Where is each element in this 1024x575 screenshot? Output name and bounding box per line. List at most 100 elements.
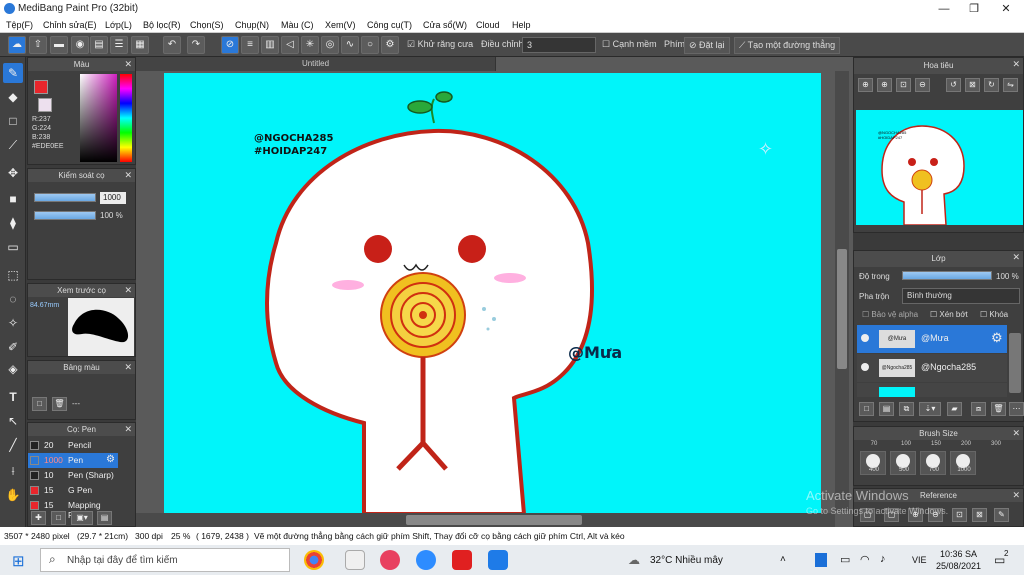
horizontal-scroll-thumb[interactable] [406, 515, 582, 525]
move-tool-icon[interactable]: ✥ [3, 163, 23, 183]
menu-file[interactable]: Tệp(F) [6, 20, 33, 30]
menu-filter[interactable]: Bộ lọc(R) [143, 20, 181, 30]
clock-time[interactable]: 10:36 SA [940, 549, 977, 559]
hand-tool-icon[interactable]: ✋ [3, 485, 23, 505]
hue-slider[interactable] [120, 74, 132, 162]
close-icon[interactable]: ✕ [124, 169, 132, 182]
brush-list-item[interactable]: 1000 Pen ⚙ [28, 453, 118, 468]
brush-menu-icon[interactable]: ▣▾ [71, 511, 93, 525]
windows-start-icon[interactable]: ⊞ [12, 552, 25, 570]
close-icon[interactable]: ✕ [124, 58, 132, 71]
clip-checkbox[interactable]: ☐ Xén bớt [930, 310, 968, 319]
vertical-scrollbar[interactable] [835, 71, 849, 511]
fit-icon[interactable]: ⊡ [896, 78, 911, 92]
merge-layer-icon[interactable]: ⧈ [971, 402, 986, 416]
close-button[interactable]: ✕ [990, 0, 1022, 18]
close-icon[interactable]: ✕ [1012, 58, 1020, 71]
reference-eyedropper-icon[interactable]: ✎ [994, 508, 1009, 522]
cross-snap-icon[interactable]: ▥ [261, 36, 279, 54]
snap-settings-icon[interactable]: ⚙ [381, 36, 399, 54]
reset-button[interactable]: ⊘ Đặt lại [684, 37, 730, 54]
navigator-thumbnail[interactable]: @NGOCHA285 #HOIDAP247 [856, 110, 1023, 225]
maximize-button[interactable]: ❐ [958, 0, 990, 18]
brush-line-icon[interactable]: ⟋ [3, 135, 23, 155]
minimize-button[interactable]: — [928, 0, 960, 18]
dot-tool-icon[interactable]: □ [3, 111, 23, 131]
zoom-in-2-icon[interactable]: ⊕ [877, 78, 892, 92]
close-icon[interactable]: ✕ [124, 361, 132, 374]
circle-snap-icon[interactable]: ◎ [321, 36, 339, 54]
secondary-color-swatch[interactable] [38, 98, 52, 112]
menu-color[interactable]: Màu (C) [281, 20, 314, 30]
comment-icon[interactable]: ▬ [50, 36, 68, 54]
layer-add-menu-icon[interactable]: ⇣▾ [919, 402, 941, 416]
tray-up-icon[interactable]: ˄ [780, 554, 786, 565]
divide-tool-icon[interactable]: ╱ [3, 435, 23, 455]
select-pen-icon[interactable]: ✐ [3, 337, 23, 357]
delete-palette-icon[interactable]: 🗑 [52, 397, 67, 411]
horizontal-scrollbar[interactable] [136, 513, 835, 527]
duplicate-layer-icon[interactable]: ⧉ [899, 402, 914, 416]
brush-list-item[interactable]: 10 Pen (Sharp) [28, 468, 118, 483]
brush-settings-icon[interactable]: ⚙ [106, 454, 115, 465]
folder-icon[interactable]: ▰ [947, 402, 962, 416]
select-eraser-icon[interactable]: ◈ [3, 359, 23, 379]
new-halftone-layer-icon[interactable]: ▤ [879, 402, 894, 416]
brush-save-icon[interactable]: ▤ [97, 511, 112, 525]
brush-size-preset[interactable]: 500 [890, 451, 916, 475]
clock-date[interactable]: 25/08/2021 [936, 561, 981, 571]
chrome-icon[interactable] [304, 550, 324, 570]
layers-scrollbar[interactable] [1009, 333, 1021, 393]
delete-layer-icon[interactable]: 🗑 [991, 402, 1006, 416]
battery-icon[interactable]: ▭ [840, 553, 850, 566]
document-icon[interactable]: ▤ [90, 36, 108, 54]
reference-fit-icon[interactable]: ⊡ [952, 508, 967, 522]
ellipse-snap-icon[interactable]: ○ [361, 36, 379, 54]
layer-opacity-slider[interactable] [902, 271, 992, 280]
layer-row[interactable]: @Ngocha285 @Ngocha285 [857, 354, 1007, 382]
zoom-in-icon[interactable]: ⊕ [858, 78, 873, 92]
gradient-tool-icon[interactable]: ▭ [3, 237, 23, 257]
app-icon-2[interactable] [345, 550, 365, 570]
app-icon-3[interactable] [380, 550, 400, 570]
undo-icon[interactable]: ↶ [163, 36, 181, 54]
language-indicator[interactable]: VIE [912, 555, 927, 565]
reference-flip-icon[interactable]: ⊠ [972, 508, 987, 522]
operation-tool-icon[interactable]: ↖ [3, 411, 23, 431]
zoom-icon[interactable] [416, 550, 436, 570]
new-palette-icon[interactable]: □ [32, 397, 47, 411]
zoom-out-icon[interactable]: ⊖ [915, 78, 930, 92]
upload-icon[interactable]: ⇧ [29, 36, 47, 54]
brush-list-item[interactable]: 15 G Pen [28, 483, 118, 498]
menu-edit[interactable]: Chỉnh sửa(E) [43, 20, 97, 30]
grid-icon[interactable]: ▦ [131, 36, 149, 54]
brush-size-preset[interactable]: 700 [920, 451, 946, 475]
taskbar-search[interactable]: ⌕ Nhập tại đây để tìm kiếm [40, 548, 290, 572]
menu-tools[interactable]: Công cụ(T) [367, 20, 412, 30]
color-picker-square[interactable] [80, 74, 117, 162]
layer-settings-icon[interactable]: ⚙ [991, 330, 1003, 346]
lock-checkbox[interactable]: ☐ Khóa [980, 310, 1008, 319]
cloud-icon[interactable]: ☁ [8, 36, 26, 54]
eraser-tool-icon[interactable]: ◆ [3, 87, 23, 107]
text-tool-icon[interactable]: T [3, 387, 23, 407]
brush-size-slider[interactable] [34, 193, 96, 202]
wifi-icon[interactable]: ◠ [860, 553, 870, 566]
close-icon[interactable]: ✕ [1012, 427, 1020, 440]
fill-rect-icon[interactable]: ■ [3, 189, 23, 209]
rotate-fit-icon[interactable]: ⊠ [965, 78, 980, 92]
redo-icon[interactable]: ↷ [187, 36, 205, 54]
layer-row[interactable] [857, 383, 1007, 397]
tray-app-icon[interactable] [815, 553, 827, 567]
vertical-scroll-thumb[interactable] [837, 249, 847, 369]
protect-alpha-checkbox[interactable]: ☐ Bảo vệ alpha [862, 310, 918, 319]
select-rect-icon[interactable]: ⬚ [3, 265, 23, 285]
chat-icon[interactable]: ◉ [71, 36, 89, 54]
add-brush-icon[interactable]: ✚ [31, 511, 46, 525]
app-icon-5[interactable] [452, 550, 472, 570]
layer-more-icon[interactable]: ⋯ [1009, 402, 1024, 416]
brush-tool-icon[interactable]: ✎ [3, 63, 23, 83]
magic-wand-icon[interactable]: ✧ [3, 313, 23, 333]
brush-doc-icon[interactable]: □ [51, 511, 66, 525]
flip-icon[interactable]: ⇋ [1003, 78, 1018, 92]
